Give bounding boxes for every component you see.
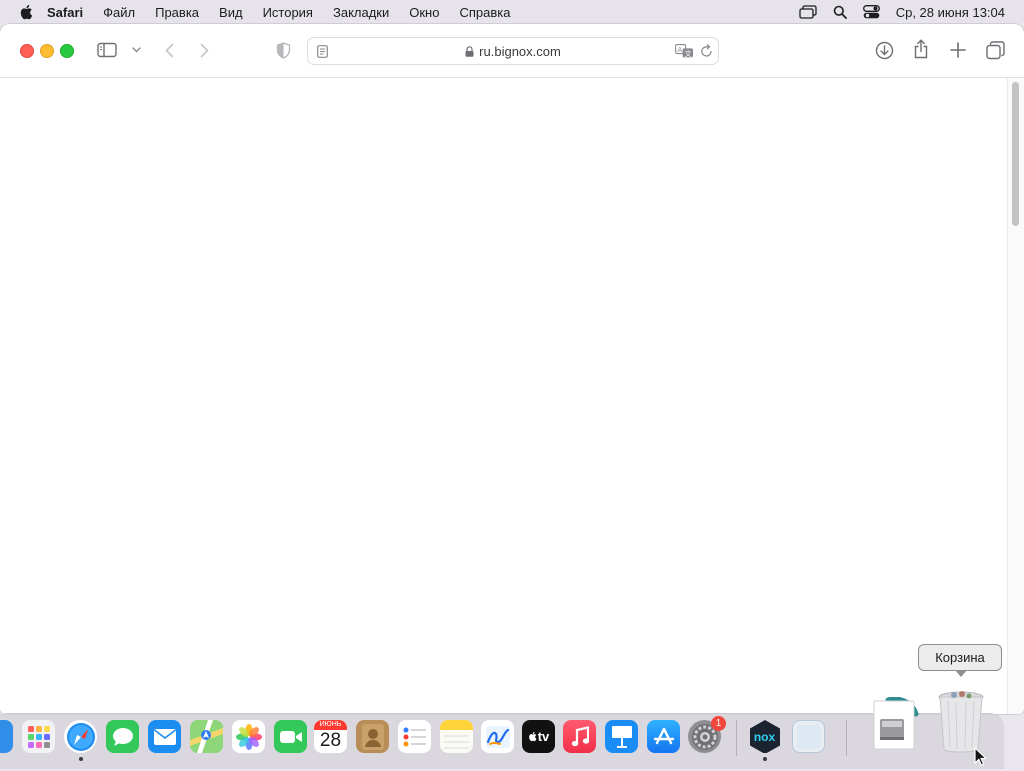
safari-running-indicator [79, 757, 83, 761]
facetime-icon[interactable] [274, 720, 307, 753]
messages-icon[interactable] [106, 720, 139, 753]
apple-icon[interactable] [19, 4, 33, 20]
disk-image-icon[interactable] [870, 697, 920, 753]
dock-separator-2 [846, 720, 847, 756]
downloads-icon[interactable] [874, 40, 894, 60]
apple-tv-label: tv [537, 729, 550, 744]
launchpad-icon[interactable] [22, 720, 55, 753]
share-icon[interactable] [911, 38, 931, 60]
safari-toolbar: ru.bignox.com A文 [0, 24, 1024, 78]
tooltip-text: Корзина [935, 650, 985, 665]
menu-bar: Safari Файл Правка Вид История Закладки … [0, 0, 1024, 24]
translate-icon[interactable]: A文 [674, 43, 694, 59]
new-tab-icon[interactable] [948, 40, 968, 60]
menu-file[interactable]: Файл [103, 5, 135, 20]
forward-icon[interactable] [195, 41, 213, 59]
address-bar[interactable]: ru.bignox.com A文 [307, 37, 719, 65]
menu-history[interactable]: История [263, 5, 313, 20]
menu-bookmarks[interactable]: Закладки [333, 5, 389, 20]
apple-tv-icon[interactable]: tv [522, 720, 555, 753]
lock-icon [465, 45, 474, 57]
settings-badge: 1 [711, 716, 726, 731]
scrollbar[interactable] [1007, 78, 1024, 714]
web-content[interactable] [0, 78, 1024, 714]
chevron-down-icon[interactable] [130, 44, 142, 56]
menu-view[interactable]: Вид [219, 5, 243, 20]
freeform-icon[interactable] [481, 720, 514, 753]
menu-window[interactable]: Окно [409, 5, 439, 20]
mail-icon[interactable] [148, 720, 181, 753]
trash-icon[interactable] [936, 687, 986, 753]
svg-text:文: 文 [684, 49, 691, 58]
url-field[interactable]: ru.bignox.com [308, 38, 718, 64]
menu-app-safari[interactable]: Safari [47, 5, 83, 20]
calendar-day: 28 [319, 730, 342, 751]
maximize-window-button[interactable] [60, 44, 74, 58]
reload-icon[interactable] [698, 43, 714, 59]
calendar-icon[interactable]: ИЮНЬ 28 [314, 720, 347, 753]
safari-window: ru.bignox.com A文 [0, 24, 1024, 714]
safari-app-icon[interactable] [64, 720, 97, 753]
url-text: ru.bignox.com [479, 43, 561, 59]
sidebar-toggle-icon[interactable] [96, 41, 118, 59]
menu-help[interactable]: Справка [459, 5, 510, 20]
preview-icon[interactable] [792, 720, 825, 753]
privacy-shield-icon[interactable] [274, 41, 292, 59]
photos-icon[interactable] [232, 720, 265, 753]
menu-edit[interactable]: Правка [155, 5, 199, 20]
back-icon[interactable] [160, 41, 178, 59]
app-store-icon[interactable] [647, 720, 680, 753]
menu-clock[interactable]: Ср, 28 июня 13:04 [896, 5, 1005, 20]
dock-separator [736, 720, 737, 756]
scrollbar-thumb[interactable] [1012, 82, 1019, 226]
finder-icon[interactable] [0, 720, 13, 753]
contacts-icon[interactable] [356, 720, 389, 753]
nox-running-indicator [763, 757, 767, 761]
mouse-cursor-icon [974, 746, 988, 771]
maps-icon[interactable] [190, 720, 223, 753]
spotlight-search-icon[interactable] [833, 5, 847, 19]
keynote-icon[interactable] [605, 720, 638, 753]
close-window-button[interactable] [20, 44, 34, 58]
notes-icon[interactable] [440, 720, 473, 753]
tab-overview-icon[interactable] [985, 40, 1005, 60]
calendar-month: ИЮНЬ [314, 720, 347, 730]
control-center-icon[interactable] [862, 5, 880, 19]
tooltip-tail [955, 670, 967, 677]
svg-text:A: A [677, 46, 682, 54]
minimize-window-button[interactable] [40, 44, 54, 58]
trash-tooltip: Корзина [918, 644, 1002, 671]
music-icon[interactable] [563, 720, 596, 753]
screen-mirroring-icon[interactable] [799, 5, 817, 19]
nox-icon[interactable]: nox [748, 720, 781, 753]
reminders-icon[interactable] [398, 720, 431, 753]
nox-label: nox [753, 729, 776, 744]
